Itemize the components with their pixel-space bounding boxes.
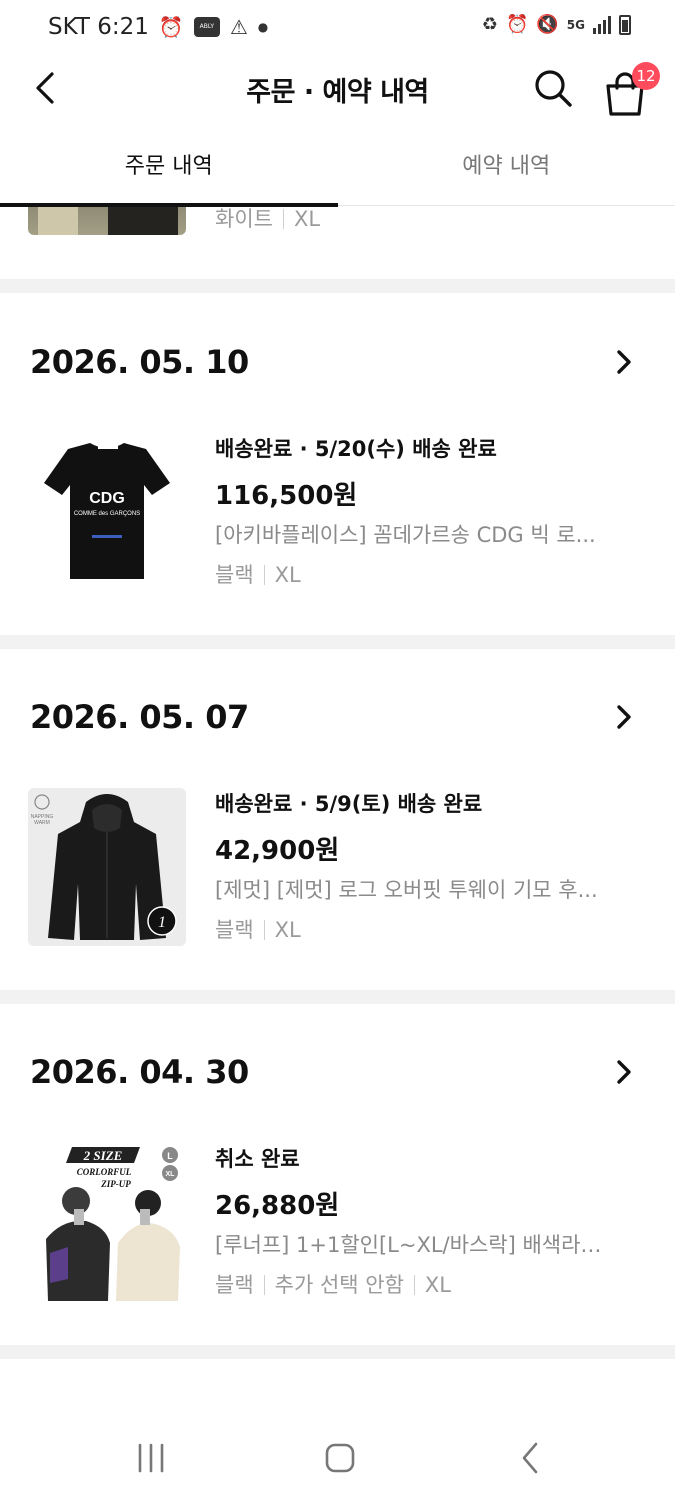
order-group: 2026. 04. 30 2 SIZE CORLORFUL ZIP-UP L X… (0, 1003, 675, 1345)
promo-line1-text: CORLORFUL (77, 1167, 132, 1177)
search-icon (535, 70, 572, 107)
network-label: 5G (566, 17, 585, 32)
section-divider (0, 279, 675, 293)
product-thumbnail[interactable]: 2 SIZE CORLORFUL ZIP-UP L XL (28, 1143, 186, 1301)
recents-button[interactable] (121, 1433, 181, 1485)
alarm-icon: ⏰ (158, 15, 184, 39)
cart-count-badge: 12 (632, 62, 660, 90)
product-options: 블랙 추가 선택 안함 XL (215, 1273, 452, 1297)
product-thumbnail[interactable]: NAPPING WARM 1 (28, 788, 186, 946)
order-date: 2026. 05. 10 (30, 343, 249, 381)
tab-orders[interactable]: 주문 내역 (0, 136, 338, 207)
product-options: 화이트 XL (215, 207, 321, 231)
mute-icon: 🔇 (536, 14, 559, 35)
tshirt-sub-text: COMME des GARÇONS (74, 511, 140, 517)
order-date: 2026. 04. 30 (30, 1053, 249, 1091)
tshirt-logo-text: CDG (89, 490, 125, 507)
alarm-status-icon: ⏰ (505, 14, 529, 35)
order-price: 116,500원 (215, 481, 358, 511)
order-price: 26,880원 (215, 1191, 340, 1221)
size-banner-text: 2 SIZE (83, 1148, 123, 1163)
tshirt-image: CDG COMME des GARÇONS (44, 443, 170, 579)
back-arrow-icon (522, 1442, 538, 1474)
ably-app-icon: ABLY (193, 17, 220, 37)
search-button[interactable] (528, 64, 580, 112)
order-tabs: 주문 내역 예약 내역 (0, 136, 675, 207)
chevron-right-icon (617, 350, 631, 374)
chevron-right-icon (617, 705, 631, 729)
order-list[interactable]: 화이트 XL 2026. 05. 10 CDG COMME des GARÇONS… (0, 207, 675, 1417)
status-time: SKT 6:21 (48, 14, 149, 40)
order-date: 2026. 05. 07 (30, 698, 249, 736)
product-name[interactable]: [제멋] [제멋] 로그 오버핏 투웨이 기모 후... (215, 874, 615, 904)
delivery-status: 배송완료 · 5/20(수) 배송 완료 (215, 437, 497, 461)
recents-icon (138, 1443, 164, 1473)
product-thumbnail (28, 207, 186, 235)
zipup-image: 2 SIZE CORLORFUL ZIP-UP L XL (46, 1147, 180, 1301)
system-back-button[interactable] (500, 1433, 560, 1485)
signal-icon (593, 15, 611, 34)
system-nav-bar (0, 1417, 675, 1500)
dot-icon: ● (257, 20, 269, 34)
order-detail-button[interactable] (609, 347, 639, 377)
status-bar: SKT 6:21 ⏰ ABLY ⚠ ● ♻ ⏰ 🔇 5G (0, 0, 675, 56)
recycle-icon: ♻ (481, 14, 498, 35)
section-divider (0, 990, 675, 1004)
battery-icon (619, 14, 631, 35)
delivery-status: 취소 완료 (215, 1147, 300, 1171)
partial-order-item[interactable]: 화이트 XL (0, 207, 675, 279)
home-button[interactable] (310, 1433, 370, 1485)
product-options: 블랙 XL (215, 563, 301, 587)
corner-mark-text: 1 (158, 914, 166, 931)
product-name[interactable]: [아키바플레이스] 꼼데가르송 CDG 빅 로... (215, 519, 615, 549)
order-group: 2026. 05. 10 CDG COMME des GARÇONS 배송완료 … (0, 293, 675, 635)
brand-bottom-text: WARM (34, 820, 50, 826)
product-name[interactable]: [루너프] 1+1할인[L~XL/바스락] 배색라인... (215, 1229, 615, 1259)
home-icon (325, 1443, 355, 1473)
size-l-badge: L (167, 1151, 173, 1161)
size-xl-badge: XL (166, 1171, 176, 1178)
cart-button[interactable]: 12 (600, 60, 662, 116)
product-options: 블랙 XL (215, 918, 301, 942)
product-thumbnail[interactable]: CDG COMME des GARÇONS (28, 433, 186, 591)
chevron-right-icon (617, 1060, 631, 1084)
order-price: 42,900원 (215, 836, 340, 866)
warning-icon: ⚠ (229, 15, 248, 39)
status-right: ♻ ⏰ 🔇 5G (482, 14, 631, 35)
order-detail-button[interactable] (609, 702, 639, 732)
order-group: 2026. 05. 07 NAPPING WARM 1 배송완료 · 5/9(토… (0, 648, 675, 990)
hoodie-image: NAPPING WARM 1 (31, 794, 177, 940)
section-divider (0, 1345, 675, 1359)
section-divider (0, 635, 675, 649)
delivery-status: 배송완료 · 5/9(토) 배송 완료 (215, 792, 483, 816)
status-left: SKT 6:21 ⏰ ABLY ⚠ ● (48, 14, 268, 40)
promo-line2-text: ZIP-UP (100, 1179, 131, 1189)
order-detail-button[interactable] (609, 1057, 639, 1087)
tab-reservations[interactable]: 예약 내역 (338, 136, 675, 205)
app-header: 주문 · 예약 내역 12 (0, 56, 675, 120)
